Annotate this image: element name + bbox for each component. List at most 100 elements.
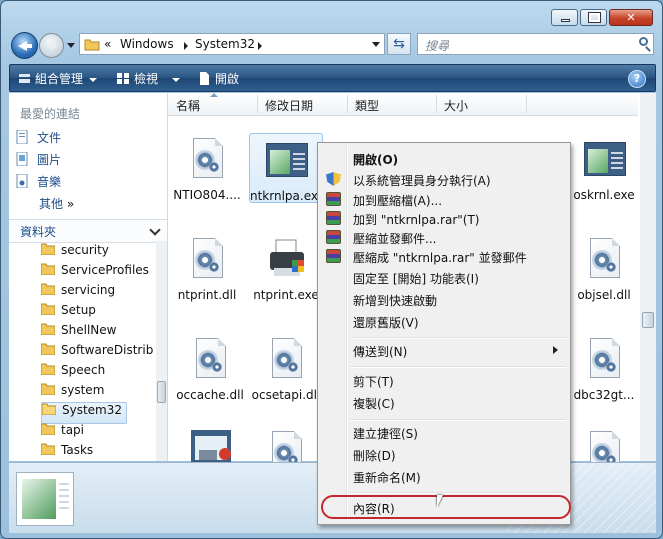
menu-item-run-as-admin[interactable]: 以系統管理員身分執行(A) (320, 169, 568, 189)
folder-icon (41, 303, 55, 315)
back-button[interactable] (11, 32, 38, 59)
tree-item-system32[interactable]: System32 (41, 402, 128, 424)
file-item[interactable]: oskrnl.exe (568, 138, 640, 202)
search-icon[interactable] (639, 37, 648, 46)
file-item[interactable]: occache.dll (174, 338, 246, 402)
minimize-button[interactable] (551, 9, 578, 26)
column-divider[interactable] (257, 95, 258, 113)
column-type[interactable]: 類型 (355, 97, 379, 114)
chevron-down-icon (149, 224, 161, 236)
tree-item-softwaredistribution[interactable]: SoftwareDistrib (41, 343, 153, 363)
folder-icon (41, 323, 55, 335)
forward-button[interactable] (39, 33, 64, 58)
menu-item-compress-rar-email[interactable]: 壓縮成 "ntkrnlpa.rar" 並發郵件 (320, 246, 568, 266)
column-divider[interactable] (526, 95, 527, 113)
folders-header-label: 資料夾 (20, 225, 57, 239)
tree-item-speech[interactable]: Speech (41, 363, 105, 383)
address-overflow[interactable]: « (104, 37, 111, 51)
dll-icon (190, 338, 230, 382)
menu-item-cut[interactable]: 剪下(T) (320, 370, 568, 390)
refresh-icon: ⇆ (393, 36, 405, 52)
folders-scrollbar[interactable] (156, 241, 167, 461)
address-dropdown-icon[interactable] (372, 42, 380, 47)
menu-item-open[interactable]: 開啟(O) (320, 148, 568, 168)
menu-item-add-to-rar[interactable]: 加到 "ntkrnlpa.rar"(T) (320, 208, 568, 228)
address-bar[interactable]: « Windows System32 (79, 33, 385, 55)
file-item[interactable]: ntprint.dll (171, 238, 243, 302)
menu-item-copy[interactable]: 複製(C) (320, 392, 568, 412)
column-date-modified[interactable]: 修改日期 (265, 97, 313, 114)
menu-label: 加到壓縮檔(A)... (353, 194, 443, 208)
folder-icon (41, 283, 55, 295)
properties-highlight-ring (321, 495, 571, 519)
refresh-button[interactable]: ⇆ (387, 33, 411, 55)
tree-item-system[interactable]: system (41, 383, 104, 403)
more-arrows-icon: » (66, 197, 75, 211)
organize-icon (19, 74, 30, 83)
tree-item-security[interactable]: security (41, 243, 109, 263)
file-item[interactable]: ocsetapi.dll (250, 338, 322, 402)
folder-open-icon (42, 403, 56, 415)
menu-item-compress-email[interactable]: 壓縮並發郵件... (320, 227, 568, 247)
tree-label: Speech (61, 363, 106, 377)
organize-button[interactable]: 組合管理 (18, 70, 98, 87)
crumb-system32[interactable]: System32 (195, 37, 255, 51)
file-item[interactable]: NTIO804.... (171, 138, 243, 202)
favorite-pictures[interactable]: 圖片 (16, 151, 61, 169)
tree-label: tapi (61, 423, 85, 437)
menu-label: 新增到快速啟動 (353, 294, 438, 308)
crumb-arrow-icon[interactable] (258, 42, 262, 50)
menu-item-restore-previous[interactable]: 還原舊版(V) (320, 311, 568, 331)
menu-label: 加到 "ntkrnlpa.rar"(T) (353, 213, 480, 227)
menu-label: 刪除(D) (353, 449, 396, 463)
favorite-music[interactable]: 音樂 (16, 173, 61, 191)
crumb-windows[interactable]: Windows (120, 37, 174, 51)
menu-label: 傳送到(N) (353, 345, 408, 359)
menu-item-send-to[interactable]: 傳送到(N) (320, 340, 568, 360)
close-button[interactable]: ✕ (609, 9, 653, 26)
tree-item-servicing[interactable]: servicing (41, 283, 115, 303)
window-controls: ✕ (551, 9, 653, 26)
favorite-more[interactable]: 其他 » (39, 195, 74, 213)
crumb-arrow-icon[interactable] (184, 42, 188, 50)
column-size[interactable]: 大小 (444, 97, 468, 114)
menu-label: 壓縮並發郵件... (353, 232, 437, 246)
menu-item-pin-start[interactable]: 固定至 [開始] 功能表(I) (320, 267, 568, 287)
tree-item-tasks[interactable]: Tasks (41, 443, 93, 463)
search-input[interactable]: 搜尋 (417, 33, 654, 55)
recent-pages-dropdown[interactable] (67, 43, 75, 48)
tree-item-serviceprofiles[interactable]: ServiceProfiles (41, 263, 149, 283)
file-item[interactable]: objsel.dll (568, 238, 640, 302)
tree-item-setup[interactable]: Setup (41, 303, 96, 323)
file-name: objsel.dll (577, 288, 631, 302)
menu-item-delete[interactable]: 刪除(D) (320, 444, 568, 464)
tree-item-tapi[interactable]: tapi (41, 423, 84, 443)
favorite-documents[interactable]: 文件 (16, 129, 61, 147)
column-divider[interactable] (436, 95, 437, 113)
content-scrollbar[interactable] (640, 93, 656, 461)
menu-item-quick-launch[interactable]: 新增到快速啟動 (320, 289, 568, 309)
column-name[interactable]: 名稱 (176, 97, 200, 114)
tree-item-shellnew[interactable]: ShellNew (41, 323, 116, 343)
winrar-icon (326, 230, 341, 244)
file-item[interactable]: dbc32gt... (568, 338, 640, 402)
folders-header[interactable]: 資料夾 (9, 219, 167, 243)
open-button[interactable]: 開啟 (198, 70, 239, 87)
file-name: ntprint.dll (177, 288, 237, 302)
scrollbar-thumb[interactable] (157, 381, 166, 403)
views-button[interactable]: 檢視 (117, 70, 181, 87)
tree-label: security (61, 243, 109, 257)
help-button[interactable]: ? (628, 70, 646, 88)
music-icon (16, 174, 28, 188)
file-item-selected[interactable]: ntkrnlpa.exe (249, 133, 325, 203)
menu-item-create-shortcut[interactable]: 建立捷徑(S) (320, 422, 568, 442)
menu-item-rename[interactable]: 重新命名(M) (320, 466, 568, 486)
file-item[interactable]: ntprint.exe (250, 238, 322, 302)
folder-icon (41, 363, 55, 375)
chevron-down-icon (89, 77, 98, 82)
maximize-button[interactable] (580, 9, 607, 26)
column-divider[interactable] (347, 95, 348, 113)
folder-icon (41, 243, 55, 255)
scrollbar-thumb[interactable] (642, 312, 654, 328)
menu-item-add-to-archive[interactable]: 加到壓縮檔(A)... (320, 189, 568, 209)
